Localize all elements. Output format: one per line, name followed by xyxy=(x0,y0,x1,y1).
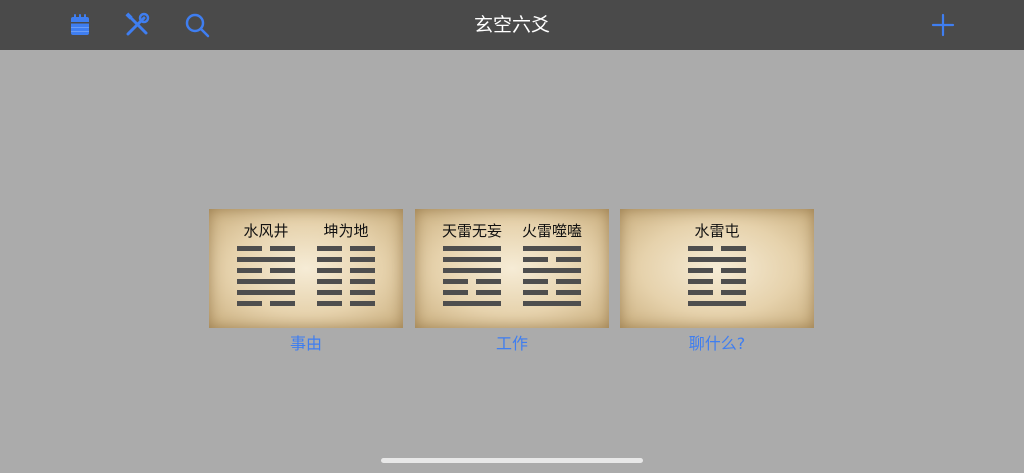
yin-line xyxy=(688,268,746,273)
yang-line xyxy=(523,246,581,251)
yin-line xyxy=(523,257,581,262)
yang-line xyxy=(688,301,746,306)
yin-line xyxy=(688,290,746,295)
yin-line xyxy=(523,290,581,295)
yin-line xyxy=(317,268,375,273)
hexagram-name: 天雷无妄 xyxy=(441,222,502,240)
yang-line xyxy=(523,301,581,306)
yang-line xyxy=(443,301,501,306)
yang-line xyxy=(443,268,501,273)
yin-line xyxy=(317,301,375,306)
card-label[interactable]: 工作 xyxy=(415,330,609,354)
add-button[interactable] xyxy=(928,10,958,40)
tools-button[interactable] xyxy=(122,10,152,40)
yin-line xyxy=(317,257,375,262)
yin-line xyxy=(443,290,501,295)
search-button[interactable] xyxy=(182,10,212,40)
hexagram-name: 水雷屯 xyxy=(694,222,740,240)
yang-line xyxy=(523,268,581,273)
yin-line xyxy=(317,246,375,251)
yin-line xyxy=(688,246,746,251)
yin-line xyxy=(237,246,295,251)
hexagram-symbol xyxy=(688,246,746,308)
hexagram-symbol xyxy=(237,246,295,308)
yin-line xyxy=(523,279,581,284)
card-label[interactable]: 事由 xyxy=(209,330,403,354)
divination-card[interactable]: 天雷无妄 火雷噬嗑 xyxy=(415,209,609,328)
hexagram-symbol xyxy=(443,246,501,308)
yin-line xyxy=(443,279,501,284)
yang-line xyxy=(237,257,295,262)
yin-line xyxy=(237,268,295,273)
yang-line xyxy=(688,257,746,262)
yang-line xyxy=(237,279,295,284)
yin-line xyxy=(317,290,375,295)
divination-card[interactable]: 水雷屯 xyxy=(620,209,814,328)
calendar-button[interactable] xyxy=(65,10,95,40)
plus-icon xyxy=(931,13,955,37)
tools-icon xyxy=(125,12,150,36)
page-title: 玄空六爻 xyxy=(473,14,550,36)
hexagram-symbol xyxy=(523,246,581,308)
hexagram-symbol xyxy=(317,246,375,308)
yang-line xyxy=(237,290,295,295)
search-icon xyxy=(185,13,210,38)
hexagram-name: 水风井 xyxy=(243,222,289,240)
home-indicator[interactable] xyxy=(381,458,643,463)
yin-line xyxy=(688,279,746,284)
yang-line xyxy=(443,246,501,251)
yin-line xyxy=(317,279,375,284)
card-label[interactable]: 聊什么? xyxy=(620,330,814,354)
navigation-bar: 玄空六爻 xyxy=(0,0,1024,50)
divination-card[interactable]: 水风井 坤为地 xyxy=(209,209,403,328)
calendar-icon xyxy=(71,14,89,35)
yin-line xyxy=(237,301,295,306)
yang-line xyxy=(443,257,501,262)
hexagram-name: 坤为地 xyxy=(323,222,369,240)
hexagram-name: 火雷噬嗑 xyxy=(521,222,582,240)
